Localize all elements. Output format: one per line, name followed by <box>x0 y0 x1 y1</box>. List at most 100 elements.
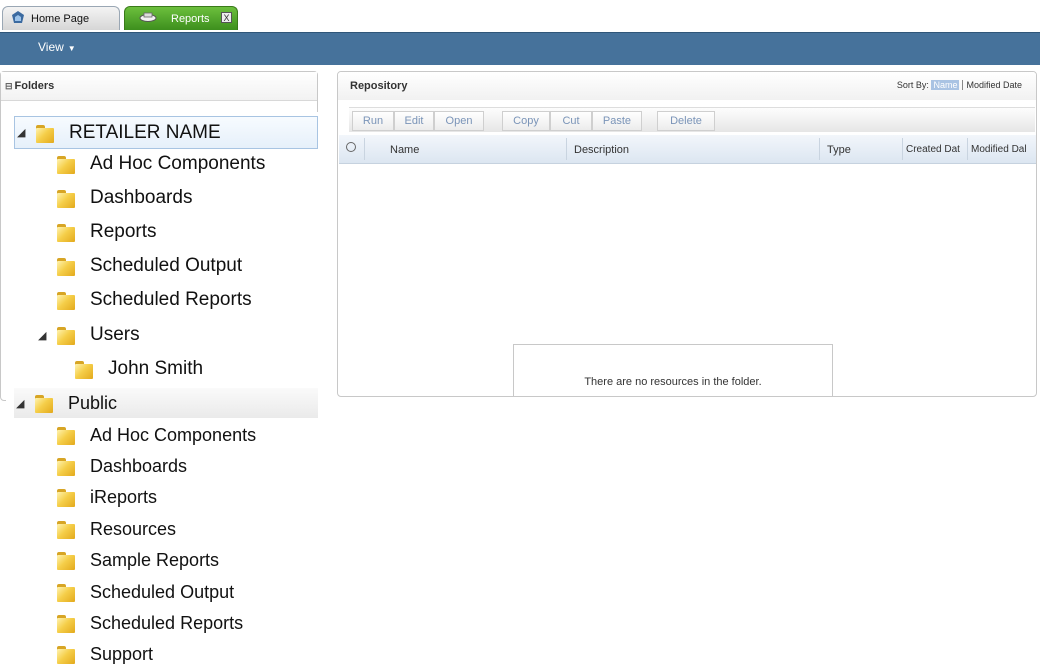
tree-node-ad-hoc-components[interactable]: Ad Hoc Components <box>56 149 265 179</box>
edit-button[interactable]: Edit <box>394 111 434 131</box>
tree-node-label: Scheduled Reports <box>90 289 252 310</box>
sort-separator <box>962 80 964 90</box>
expand-arrow-icon[interactable]: ◢ <box>17 126 31 139</box>
repository-toolbar: Run Edit Open Copy Cut Paste Delete <box>349 107 1035 132</box>
empty-message: There are no resources in the folder. <box>584 376 762 388</box>
delete-button[interactable]: Delete <box>657 111 715 131</box>
tab-reports[interactable]: Reports X <box>124 6 238 30</box>
tree-node-scheduled-output[interactable]: Scheduled Output <box>56 577 234 607</box>
folder-icon <box>56 221 78 243</box>
column-header: Name Description Type Created Dat Modifi… <box>339 135 1036 164</box>
tree-node-label: Sample Reports <box>90 549 220 570</box>
tree-node-label: Reports <box>90 221 157 242</box>
chevron-down-icon: ▼ <box>67 44 76 53</box>
folder-icon <box>56 486 78 508</box>
tab-home-label: Home Page <box>31 12 90 25</box>
tree-node-resources[interactable]: Resources <box>56 514 176 544</box>
folder-tree-retailer: ◢ RETAILER NAME Ad Hoc Components Dashbo… <box>6 112 320 392</box>
tree-node-label: Users <box>90 324 140 345</box>
tree-node-sample-reports[interactable]: Sample Reports <box>56 545 219 575</box>
folder-icon <box>74 358 96 380</box>
tree-node-public[interactable]: ◢ Public <box>14 388 318 418</box>
column-divider <box>967 138 968 160</box>
folder-icon <box>56 549 78 571</box>
folder-icon <box>56 581 78 603</box>
column-divider <box>902 138 903 160</box>
tree-node-label: Scheduled Reports <box>90 612 244 633</box>
repository-panel: Repository Sort By: Name Modified Date Ru… <box>337 71 1037 397</box>
tree-node-scheduled-output[interactable]: Scheduled Output <box>56 251 242 281</box>
tab-reports-label: Reports <box>171 12 210 25</box>
tree-node-label: Ad Hoc Components <box>90 153 266 174</box>
tree-node-dashboards[interactable]: Dashboards <box>56 451 187 481</box>
tree-node-scheduled-reports[interactable]: Scheduled Reports <box>56 285 252 315</box>
sort-option-modified-date[interactable]: Modified Date <box>966 80 1022 90</box>
folder-icon <box>56 518 78 540</box>
run-button[interactable]: Run <box>352 111 394 131</box>
tree-node-label: Scheduled Output <box>90 581 235 602</box>
tree-node-dashboards[interactable]: Dashboards <box>56 183 192 213</box>
tree-node-label: RETAILER NAME <box>69 121 221 143</box>
tree-node-ireports[interactable]: iReports <box>56 482 157 512</box>
tree-node-label: iReports <box>90 486 158 507</box>
folder-icon <box>34 392 56 414</box>
column-modified-date[interactable]: Modified Dal <box>971 144 1027 155</box>
tree-node-label: Ad Hoc Components <box>90 424 257 445</box>
folder-icon <box>56 643 78 665</box>
tab-home-page[interactable]: Home Page <box>2 6 120 30</box>
tree-node-label: Public <box>68 392 118 413</box>
tree-node-support[interactable]: Support <box>56 639 153 669</box>
paste-button[interactable]: Paste <box>592 111 642 131</box>
clock-icon <box>346 142 356 152</box>
tree-node-label: Support <box>90 643 154 664</box>
tree-node-john-smith[interactable]: John Smith <box>74 354 203 384</box>
folders-title: Folders <box>14 80 55 92</box>
repository-title: Repository <box>350 80 408 92</box>
folder-icon <box>56 289 78 311</box>
tree-node-users[interactable]: ◢ Users <box>38 320 140 350</box>
open-button[interactable]: Open <box>434 111 484 131</box>
expand-arrow-icon[interactable]: ◢ <box>16 397 30 410</box>
view-menu[interactable]: View ▼ <box>38 40 76 54</box>
tab-bar: Home Page Reports X <box>0 0 1040 32</box>
collapse-icon[interactable]: ⊟ <box>5 81 13 92</box>
column-divider <box>819 138 820 160</box>
folder-icon <box>56 612 78 634</box>
tree-node-label: Dashboards <box>90 187 193 208</box>
column-name[interactable]: Name <box>390 144 419 156</box>
menu-bar: View ▼ <box>0 32 1040 65</box>
folder-icon <box>56 455 78 477</box>
view-menu-label: View <box>38 40 64 54</box>
tree-node-label: Resources <box>90 518 177 539</box>
folder-icon <box>56 255 78 277</box>
sort-by: Sort By: Name Modified Date <box>897 80 1022 90</box>
folder-icon <box>35 122 57 144</box>
tree-node-scheduled-reports[interactable]: Scheduled Reports <box>56 608 243 638</box>
empty-message-box: There are no resources in the folder. <box>513 344 833 396</box>
tree-node-label: John Smith <box>108 358 204 379</box>
sort-by-label: Sort By: <box>896 80 929 90</box>
tree-node-label: Scheduled Output <box>90 255 243 276</box>
home-icon <box>11 10 25 27</box>
sort-option-name[interactable]: Name <box>931 80 960 90</box>
folder-icon <box>56 424 78 446</box>
column-divider <box>364 138 365 160</box>
folders-header: ⊟ Folders <box>1 72 317 101</box>
column-divider <box>566 138 567 160</box>
column-created-date[interactable]: Created Dat <box>906 144 960 155</box>
folder-tree-public: ◢ Public Ad Hoc Components Dashboards iR… <box>6 386 318 670</box>
column-description[interactable]: Description <box>574 144 629 156</box>
tree-node-label: Dashboards <box>90 455 188 476</box>
close-icon[interactable]: X <box>221 12 232 23</box>
column-type[interactable]: Type <box>827 144 851 156</box>
copy-button[interactable]: Copy <box>502 111 550 131</box>
folder-icon <box>56 153 78 175</box>
folder-icon <box>56 187 78 209</box>
repository-header: Repository Sort By: Name Modified Date <box>338 72 1036 100</box>
folder-icon <box>56 324 78 346</box>
tree-node-ad-hoc-components[interactable]: Ad Hoc Components <box>56 420 256 450</box>
cut-button[interactable]: Cut <box>550 111 592 131</box>
tree-node-retailer-name[interactable]: ◢ RETAILER NAME <box>14 116 318 149</box>
tree-node-reports[interactable]: Reports <box>56 217 157 247</box>
expand-arrow-icon[interactable]: ◢ <box>38 329 52 342</box>
